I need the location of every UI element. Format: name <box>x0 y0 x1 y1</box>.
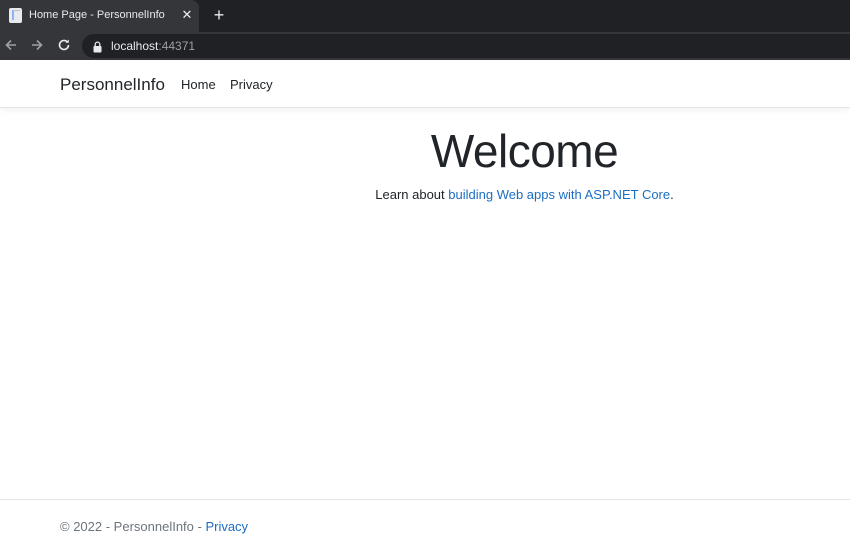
browser-tab[interactable]: Home Page - PersonnelInfo ✕ <box>0 0 199 32</box>
close-icon[interactable]: ✕ <box>180 8 194 22</box>
footer-copyright: © 2022 - PersonnelInfo - <box>60 519 206 534</box>
nav-link-privacy[interactable]: Privacy <box>230 77 273 92</box>
lead-suffix: . <box>670 187 674 202</box>
tab-title: Home Page - PersonnelInfo <box>29 9 165 21</box>
url-port: :44371 <box>158 39 196 53</box>
nav-link-home[interactable]: Home <box>181 77 216 92</box>
lead-prefix: Learn about <box>375 187 449 202</box>
lead-paragraph: Learn about building Web apps with ASP.N… <box>0 187 850 202</box>
footer-text: © 2022 - PersonnelInfo - Privacy <box>60 519 248 534</box>
aspnet-docs-link[interactable]: building Web apps with ASP.NET Core <box>448 187 670 202</box>
page-title: Welcome <box>430 125 619 177</box>
browser-toolbar: localhost:44371 <box>0 32 850 60</box>
site-footer: © 2022 - PersonnelInfo - Privacy <box>0 499 850 542</box>
navbar-brand[interactable]: PersonnelInfo <box>60 75 165 95</box>
lock-icon[interactable] <box>93 40 102 58</box>
site-navbar: PersonnelInfo Home Privacy <box>0 60 850 108</box>
forward-arrow-icon[interactable] <box>29 37 45 53</box>
document-icon <box>9 8 22 23</box>
plus-icon[interactable]: + <box>210 6 228 24</box>
url-host: localhost <box>111 39 159 53</box>
footer-privacy-link[interactable]: Privacy <box>205 519 248 534</box>
back-arrow-icon[interactable] <box>3 37 19 53</box>
reload-icon[interactable] <box>56 37 72 53</box>
address-bar[interactable]: localhost:44371 <box>82 34 850 58</box>
browser-tab-strip: Home Page - PersonnelInfo ✕ + <box>0 0 850 32</box>
url-text: localhost:44371 <box>111 39 195 53</box>
